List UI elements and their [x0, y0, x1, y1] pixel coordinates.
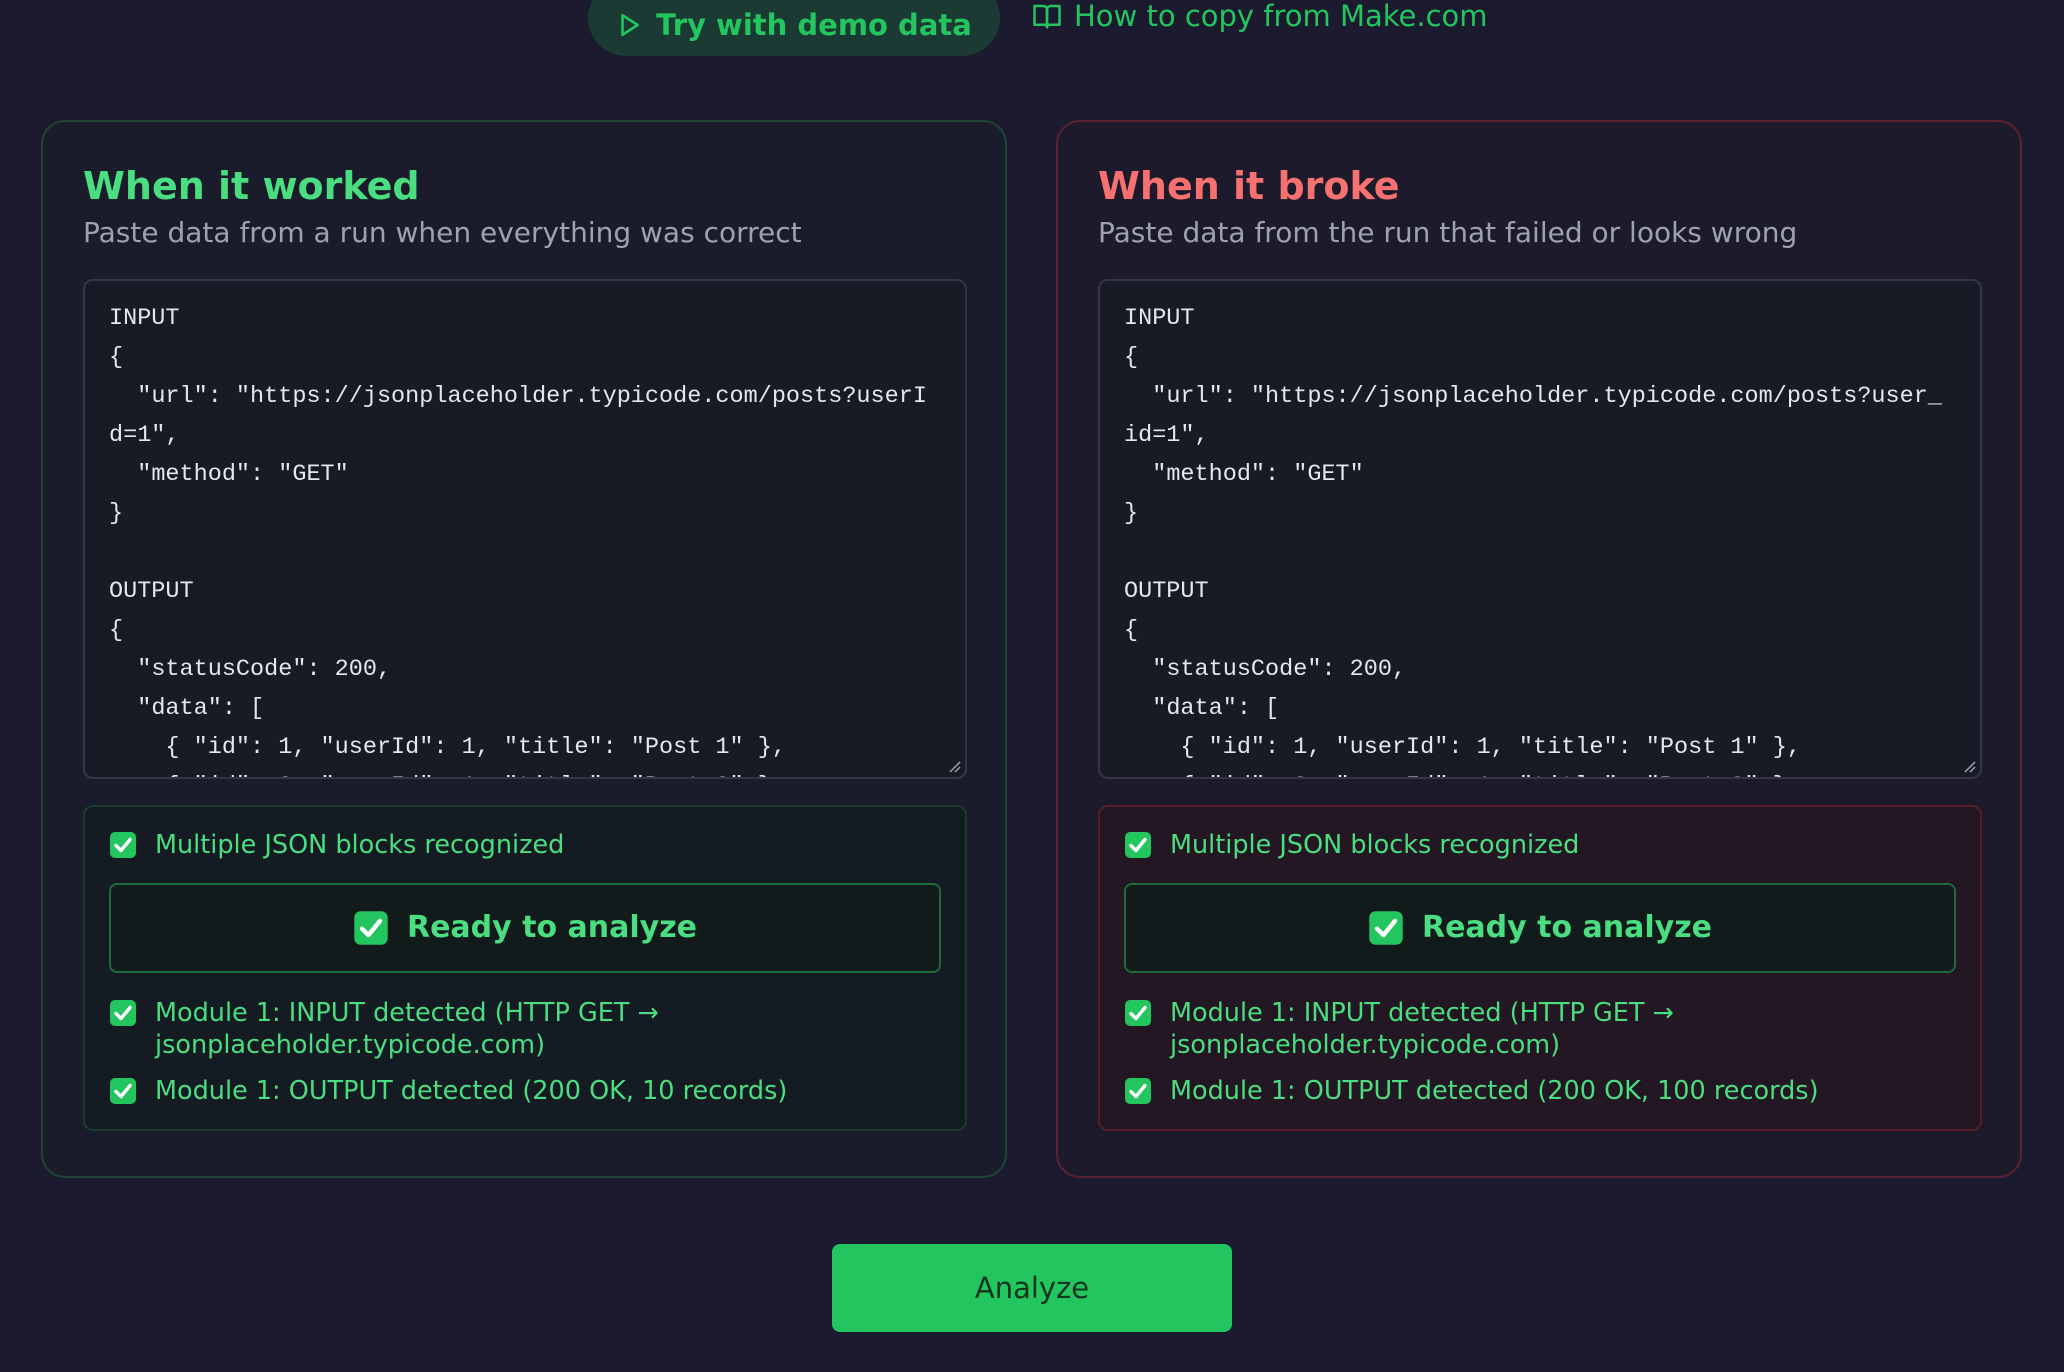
try-demo-button[interactable]: Try with demo data: [588, 0, 1000, 56]
broke-code-content: INPUT { "url": "https://jsonplaceholder.…: [1124, 304, 1942, 777]
worked-code-content: INPUT { "url": "https://jsonplaceholder.…: [109, 304, 927, 777]
worked-status-box: Multiple JSON blocks recognized Ready to…: [83, 804, 967, 1131]
book-open-icon: [1033, 4, 1061, 29]
analyze-button[interactable]: Analyze: [832, 1244, 1232, 1332]
broke-recognized-text: Multiple JSON blocks recognized: [1170, 829, 1580, 860]
broke-input-textarea[interactable]: INPUT { "url": "https://jsonplaceholder.…: [1098, 278, 1982, 779]
worked-panel: When it worked Paste data from a run whe…: [41, 120, 1007, 1178]
broke-input-detected-row: Module 1: INPUT detected (HTTP GET → jso…: [1124, 997, 1956, 1061]
broke-ready-text: Ready to analyze: [1421, 910, 1713, 946]
check-icon: [110, 831, 136, 858]
how-to-copy-link[interactable]: How to copy from Make.com: [1032, 0, 1488, 36]
broke-status-box: Multiple JSON blocks recognized Ready to…: [1098, 804, 1982, 1131]
broke-subtitle: Paste data from the run that failed or l…: [1098, 216, 1798, 250]
how-to-copy-label: How to copy from Make.com: [1074, 0, 1488, 33]
check-icon: [1125, 831, 1151, 858]
worked-output-detected-row: Module 1: OUTPUT detected (200 OK, 10 re…: [109, 1075, 941, 1107]
resize-grip-icon[interactable]: [946, 758, 962, 774]
worked-output-detected-text: Module 1: OUTPUT detected (200 OK, 10 re…: [155, 1075, 788, 1106]
worked-ready-text: Ready to analyze: [406, 910, 698, 946]
resize-grip-icon[interactable]: [1961, 758, 1977, 774]
check-icon: [1125, 1077, 1151, 1104]
broke-input-detected-text: Module 1: INPUT detected (HTTP GET → jso…: [1170, 997, 1674, 1060]
check-icon: [354, 910, 388, 945]
worked-input-textarea[interactable]: INPUT { "url": "https://jsonplaceholder.…: [83, 278, 967, 779]
worked-recognized-row: Multiple JSON blocks recognized: [109, 829, 941, 861]
top-actions: Try with demo data How to copy from Make…: [0, 0, 2064, 56]
broke-recognized-row: Multiple JSON blocks recognized: [1124, 829, 1956, 861]
broke-output-detected-text: Module 1: OUTPUT detected (200 OK, 100 r…: [1170, 1075, 1819, 1106]
worked-title: When it worked: [83, 164, 420, 208]
check-icon: [1369, 910, 1403, 945]
check-icon: [110, 999, 136, 1026]
worked-subtitle: Paste data from a run when everything wa…: [83, 216, 802, 250]
play-icon: [621, 13, 640, 36]
worked-input-detected-row: Module 1: INPUT detected (HTTP GET → jso…: [109, 997, 941, 1061]
broke-panel: When it broke Paste data from the run th…: [1056, 120, 2022, 1178]
check-icon: [110, 1077, 136, 1104]
check-icon: [1125, 999, 1151, 1026]
broke-title: When it broke: [1098, 164, 1400, 208]
worked-recognized-text: Multiple JSON blocks recognized: [155, 829, 565, 860]
try-demo-label: Try with demo data: [656, 7, 972, 42]
worked-ready-banner: Ready to analyze: [109, 882, 941, 973]
broke-output-detected-row: Module 1: OUTPUT detected (200 OK, 100 r…: [1124, 1075, 1956, 1107]
broke-ready-banner: Ready to analyze: [1124, 882, 1956, 973]
worked-input-detected-text: Module 1: INPUT detected (HTTP GET → jso…: [155, 997, 659, 1060]
